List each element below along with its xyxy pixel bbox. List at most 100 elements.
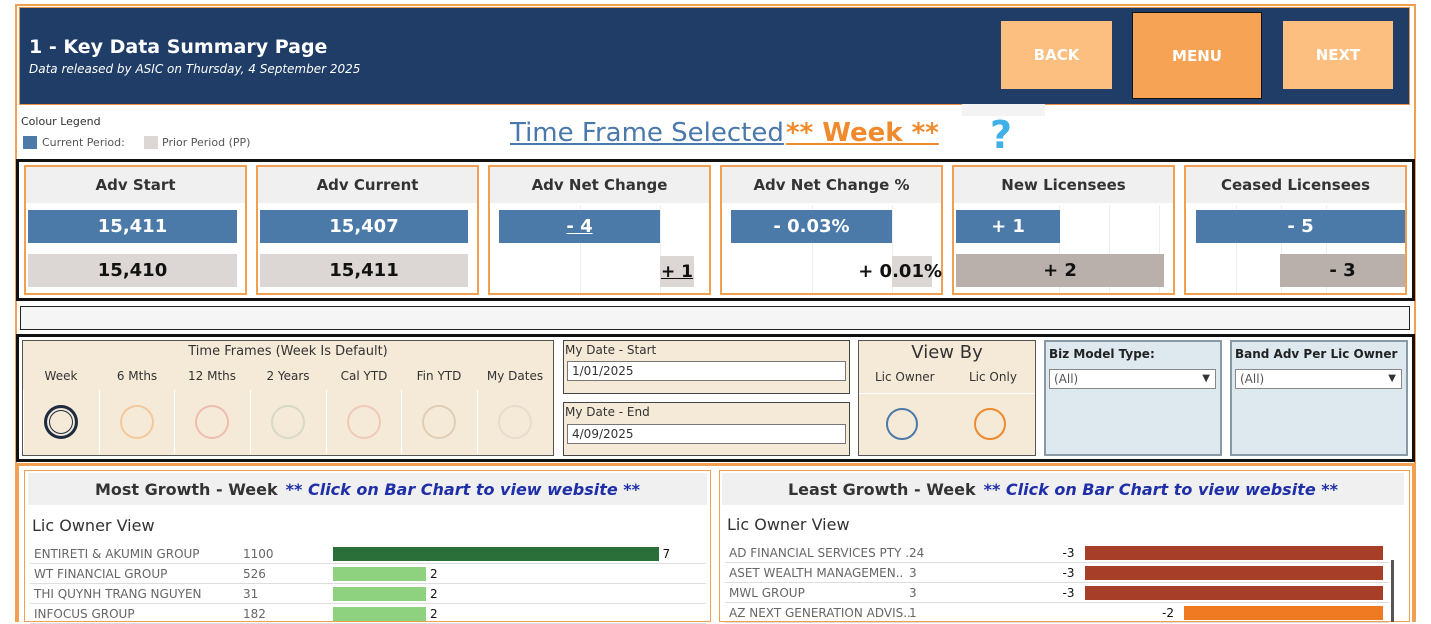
date-end-input[interactable]: 4/09/2025 <box>567 424 846 444</box>
list-item: INFOCUS GROUP 182 2 <box>30 604 706 624</box>
legend-current-swatch <box>23 136 37 149</box>
tf-radio-2years[interactable] <box>271 405 305 439</box>
tf-label-2years: 2 Years <box>266 369 310 383</box>
date-start-input[interactable]: 1/01/2025 <box>567 361 846 381</box>
least-growth-title: Least Growth - Week <box>787 479 976 499</box>
tf-label-fin-ytd: Fin YTD <box>416 369 462 383</box>
most-growth-subtitle: Lic Owner View <box>32 516 155 535</box>
view-by-lic-only-label: Lic Only <box>969 370 1017 384</box>
kpi-adv-current: Adv Current 15,407 15,411 <box>256 165 479 295</box>
growth-value: -3 <box>1062 546 1075 560</box>
tf-radio-cal-ytd[interactable] <box>347 405 381 439</box>
lic-owner-name: ASET WEALTH MANAGEMEN.. <box>729 566 904 580</box>
lic-owner-name: AD FINANCIAL SERVICES PTY .. <box>729 546 913 560</box>
legend-title: Colour Legend <box>21 115 101 128</box>
lic-owner-name: AZ NEXT GENERATION ADVIS.. <box>729 606 911 620</box>
kpi-current-value: 15,411 <box>28 210 237 243</box>
list-item: WT FINANCIAL GROUP 526 2 <box>30 564 706 584</box>
most-growth-header: Most Growth - Week ** Click on Bar Chart… <box>28 473 707 505</box>
kpi-prior-value: + 0.01% <box>858 261 942 282</box>
growth-bar[interactable] <box>333 547 659 561</box>
adviser-count: 1 <box>909 606 917 620</box>
growth-bar[interactable] <box>1184 606 1383 620</box>
most-growth-hint: ** Click on Bar Chart to view website ** <box>285 479 641 499</box>
kpi-current-value: + 1 <box>956 210 1060 243</box>
date-end-label: My Date - End <box>565 405 650 419</box>
date-start-label: My Date - Start <box>565 343 657 357</box>
kpi-prior-value: 15,410 <box>28 254 237 287</box>
tf-radio-12mths[interactable] <box>195 405 229 439</box>
lic-owner-name: WT FINANCIAL GROUP <box>34 567 168 581</box>
adviser-count: 182 <box>243 607 266 621</box>
kpi-title: New Licensees <box>954 167 1173 203</box>
kpi-title: Adv Net Change <box>490 167 709 203</box>
list-item: THI QUYNH TRANG NGUYEN 31 2 <box>30 584 706 604</box>
growth-bar[interactable] <box>1084 546 1383 560</box>
list-item: AZ NEXT GENERATION ADVIS.. 1 -2 <box>725 603 1389 623</box>
kpi-title: Ceased Licensees <box>1186 167 1405 203</box>
legend-current-label: Current Period: <box>42 136 125 149</box>
adviser-count: 24 <box>909 546 925 560</box>
band-adv-select[interactable]: (All) ▼ <box>1235 369 1402 389</box>
growth-value: 2 <box>430 607 438 621</box>
list-item: ENTIRETI & AKUMIN GROUP 1100 7 <box>30 544 706 564</box>
scrollbar[interactable] <box>1391 560 1394 622</box>
kpi-ceased-licensees: Ceased Licensees - 5 - 3 <box>1184 165 1407 295</box>
kpi-title: Adv Current <box>258 167 477 203</box>
adviser-count: 3 <box>909 566 917 580</box>
lic-owner-name: MWL GROUP <box>729 586 805 600</box>
help-icon[interactable]: ? <box>990 113 1012 157</box>
kpi-prior-value: + 2 <box>956 254 1164 287</box>
view-by-title: View By <box>911 342 983 363</box>
view-by-lic-owner-label: Lic Owner <box>875 370 935 384</box>
tf-radio-6mths[interactable] <box>120 405 154 439</box>
growth-value: -3 <box>1062 586 1075 600</box>
view-by-lic-owner-radio[interactable] <box>886 408 918 440</box>
time-frames-title: Time Frames (Week Is Default) <box>188 344 388 359</box>
list-item: ASET WEALTH MANAGEMEN.. 3 -3 <box>725 563 1389 583</box>
page-title: 1 - Key Data Summary Page <box>29 36 328 58</box>
growth-value: 2 <box>430 587 438 601</box>
tf-radio-my-dates[interactable] <box>498 405 532 439</box>
tf-radio-week[interactable] <box>44 405 78 439</box>
biz-model-value: (All) <box>1054 372 1079 386</box>
back-button[interactable]: BACK <box>1001 21 1112 89</box>
tf-label-cal-ytd: Cal YTD <box>340 369 388 383</box>
time-frame-label: Time Frame Selected <box>510 118 784 148</box>
most-growth-title: Most Growth - Week <box>94 479 278 499</box>
view-by-lic-only-radio[interactable] <box>974 408 1006 440</box>
tf-radio-fin-ytd[interactable] <box>422 405 456 439</box>
growth-bar[interactable] <box>333 607 426 621</box>
growth-bar[interactable] <box>1084 566 1383 580</box>
legend-prior-swatch <box>144 136 158 149</box>
kpi-title: Adv Net Change % <box>722 167 941 203</box>
least-growth-hint: ** Click on Bar Chart to view website ** <box>983 479 1338 499</box>
menu-button[interactable]: MENU <box>1132 12 1262 99</box>
kpi-current-value: - 5 <box>1196 210 1405 243</box>
growth-value: 7 <box>662 547 671 561</box>
tf-label-6mths: 6 Mths <box>116 369 158 383</box>
kpi-title: Adv Start <box>26 167 245 203</box>
growth-bar[interactable] <box>333 587 426 601</box>
lic-owner-name: INFOCUS GROUP <box>34 607 135 621</box>
growth-bar[interactable] <box>333 567 426 581</box>
legend-prior-label: Prior Period (PP) <box>162 136 251 149</box>
list-item: MWL GROUP 3 -3 <box>725 583 1389 603</box>
chevron-down-icon: ▼ <box>1202 373 1210 384</box>
kpi-prior-value[interactable]: + 1 <box>660 256 694 287</box>
band-adv-value: (All) <box>1240 372 1265 386</box>
growth-value: -2 <box>1162 606 1174 620</box>
adviser-count: 3 <box>909 586 917 600</box>
kpi-prior-value: 15,411 <box>260 254 468 287</box>
growth-value: -3 <box>1062 566 1075 580</box>
tf-label-my-dates: My Dates <box>486 369 544 383</box>
kpi-current-value[interactable]: - 4 <box>499 210 660 243</box>
biz-model-select[interactable]: (All) ▼ <box>1049 369 1216 389</box>
kpi-adv-net-change-pct: Adv Net Change % - 0.03% + 0.01% <box>720 165 943 295</box>
growth-bar[interactable] <box>1084 586 1383 600</box>
tf-label-12mths: 12 Mths <box>188 369 236 383</box>
chevron-down-icon: ▼ <box>1388 373 1396 384</box>
least-growth-header: Least Growth - Week ** Click on Bar Char… <box>722 473 1404 505</box>
adviser-count: 31 <box>243 587 259 601</box>
next-button[interactable]: NEXT <box>1283 21 1393 89</box>
